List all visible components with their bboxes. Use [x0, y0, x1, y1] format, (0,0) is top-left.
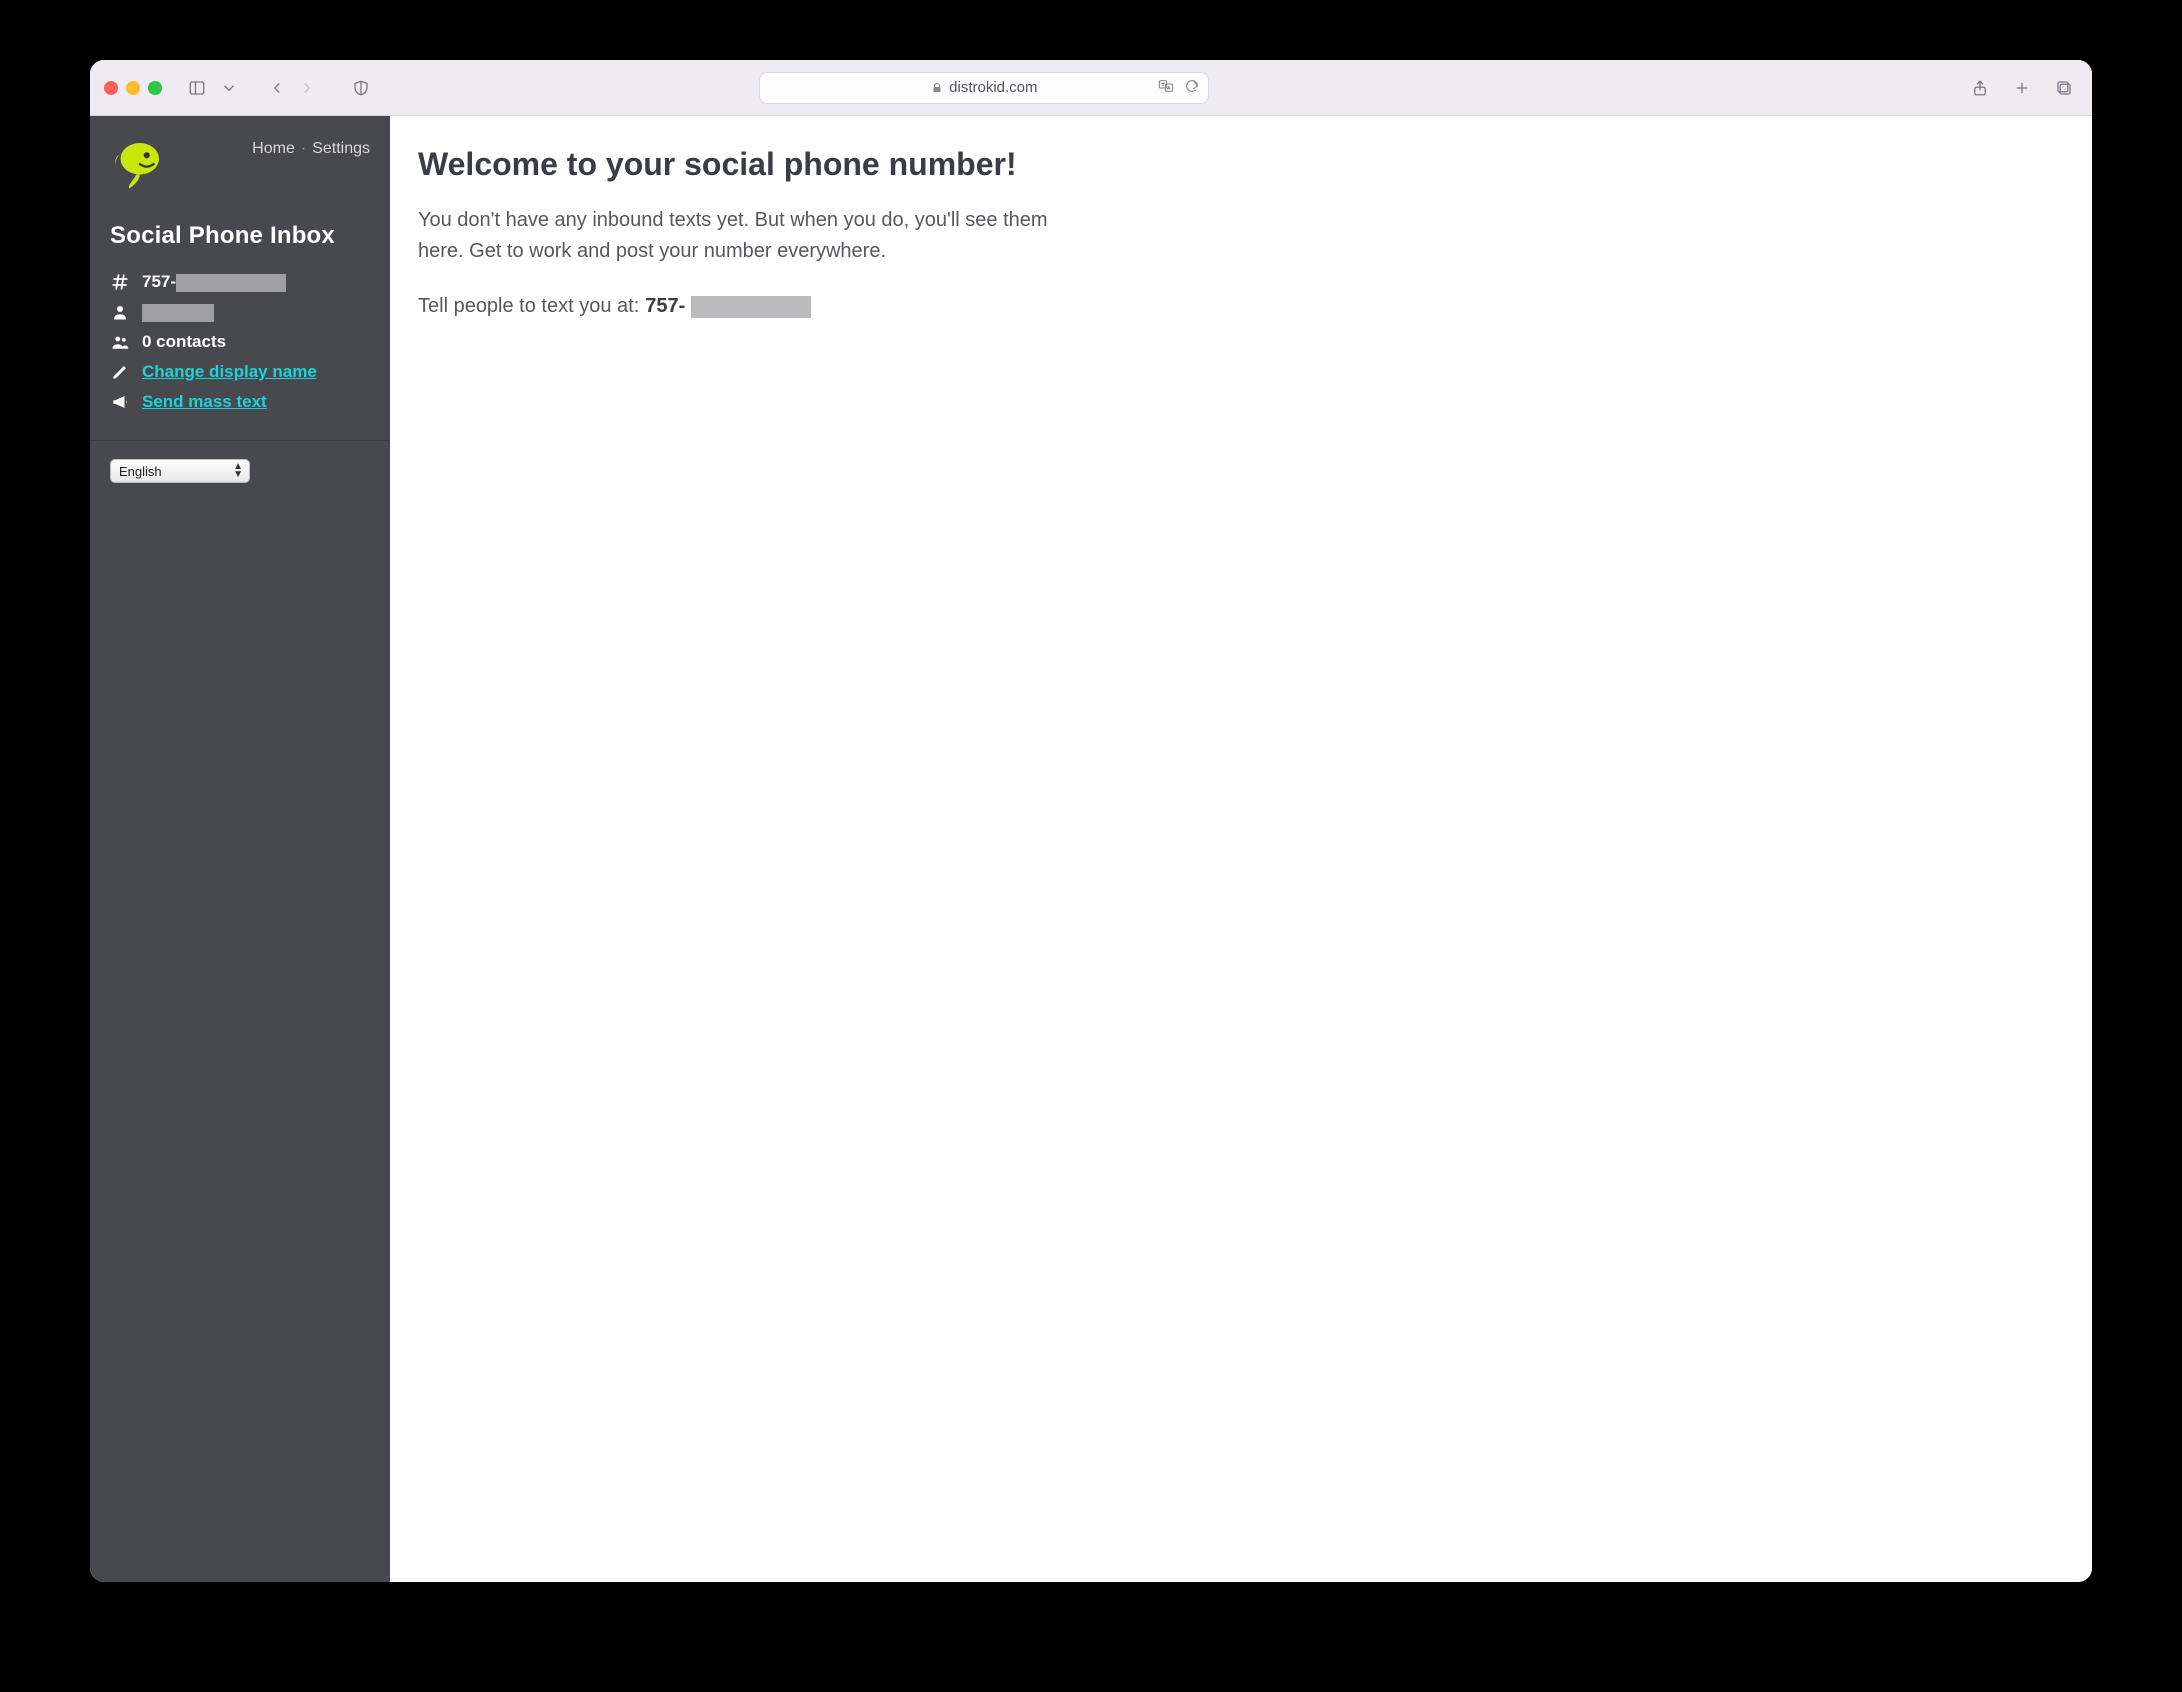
close-window-button[interactable] — [104, 81, 118, 95]
phone-number-value: 757- — [142, 272, 286, 292]
phone-redacted — [176, 274, 286, 292]
sidebar: Home · Settings Social Phone Inbox 757- — [90, 116, 390, 1582]
change-display-name-link[interactable]: Change display name — [142, 362, 317, 382]
address-bar[interactable]: distrokid.com — [759, 72, 1209, 104]
privacy-shield-button[interactable] — [346, 74, 376, 102]
main-content: Welcome to your social phone number! You… — [390, 116, 2092, 1582]
nav-home-link[interactable]: Home — [252, 140, 295, 158]
contacts-count: 0 contacts — [142, 332, 226, 352]
display-name-row — [110, 302, 370, 322]
display-name-redacted — [142, 304, 214, 322]
tell-people-line: Tell people to text you at: 757- — [418, 295, 2064, 318]
fullscreen-window-button[interactable] — [148, 81, 162, 95]
back-button[interactable] — [262, 74, 292, 102]
tell-prefix: Tell people to text you at: — [418, 295, 639, 318]
reload-button[interactable] — [1184, 78, 1200, 98]
people-icon — [110, 333, 130, 351]
select-arrows-icon: ▲▼ — [233, 463, 243, 479]
display-name-value — [142, 302, 214, 322]
phone-number-row: 757- — [110, 272, 370, 292]
person-icon — [110, 303, 130, 321]
language-value: English — [119, 464, 162, 479]
send-mass-text-link[interactable]: Send mass text — [142, 392, 267, 412]
window-controls — [104, 81, 162, 95]
contacts-row: 0 contacts — [110, 332, 370, 352]
forward-button[interactable] — [292, 74, 322, 102]
change-display-name-row: Change display name — [110, 362, 370, 382]
sidebar-info-list: 757- 0 contacts — [90, 268, 390, 432]
bullhorn-icon — [110, 393, 130, 411]
content-area: Home · Settings Social Phone Inbox 757- — [90, 116, 2092, 1582]
empty-inbox-message: You don't have any inbound texts yet. Bu… — [418, 205, 1098, 267]
sidebar-title: Social Phone Inbox — [90, 212, 390, 268]
minimize-window-button[interactable] — [126, 81, 140, 95]
hash-icon — [110, 273, 130, 291]
nav-settings-link[interactable]: Settings — [312, 140, 370, 158]
share-button[interactable] — [1966, 74, 1994, 102]
brand-logo[interactable] — [108, 134, 168, 194]
pencil-icon — [110, 363, 130, 381]
nav-separator: · — [301, 140, 306, 158]
tell-number-redacted — [691, 296, 811, 318]
browser-window: distrokid.com — [90, 60, 2092, 1582]
language-select[interactable]: English ▲▼ — [110, 459, 250, 483]
phone-prefix: 757- — [142, 272, 176, 291]
new-tab-button[interactable] — [2008, 74, 2036, 102]
sidebar-dropdown-button[interactable] — [214, 74, 244, 102]
sidebar-nav: Home · Settings — [252, 134, 370, 158]
address-domain: distrokid.com — [949, 79, 1037, 96]
send-mass-text-row: Send mass text — [110, 392, 370, 412]
titlebar: distrokid.com — [90, 60, 2092, 116]
tabs-overview-button[interactable] — [2050, 74, 2078, 102]
translate-icon[interactable] — [1158, 78, 1174, 98]
lock-icon — [931, 82, 943, 94]
tell-number-prefix: 757- — [645, 295, 685, 318]
page-heading: Welcome to your social phone number! — [418, 146, 2064, 183]
sidebar-toggle-button[interactable] — [182, 74, 212, 102]
